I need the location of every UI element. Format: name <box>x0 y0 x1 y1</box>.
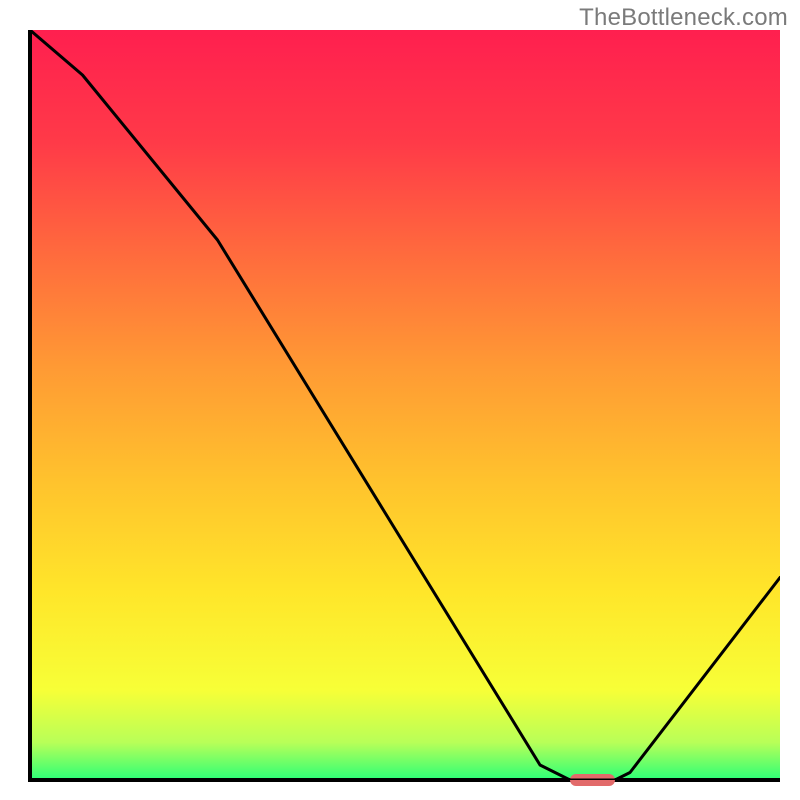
bottleneck-chart <box>0 0 800 800</box>
gradient-background <box>30 30 780 780</box>
chart-container: TheBottleneck.com <box>0 0 800 800</box>
